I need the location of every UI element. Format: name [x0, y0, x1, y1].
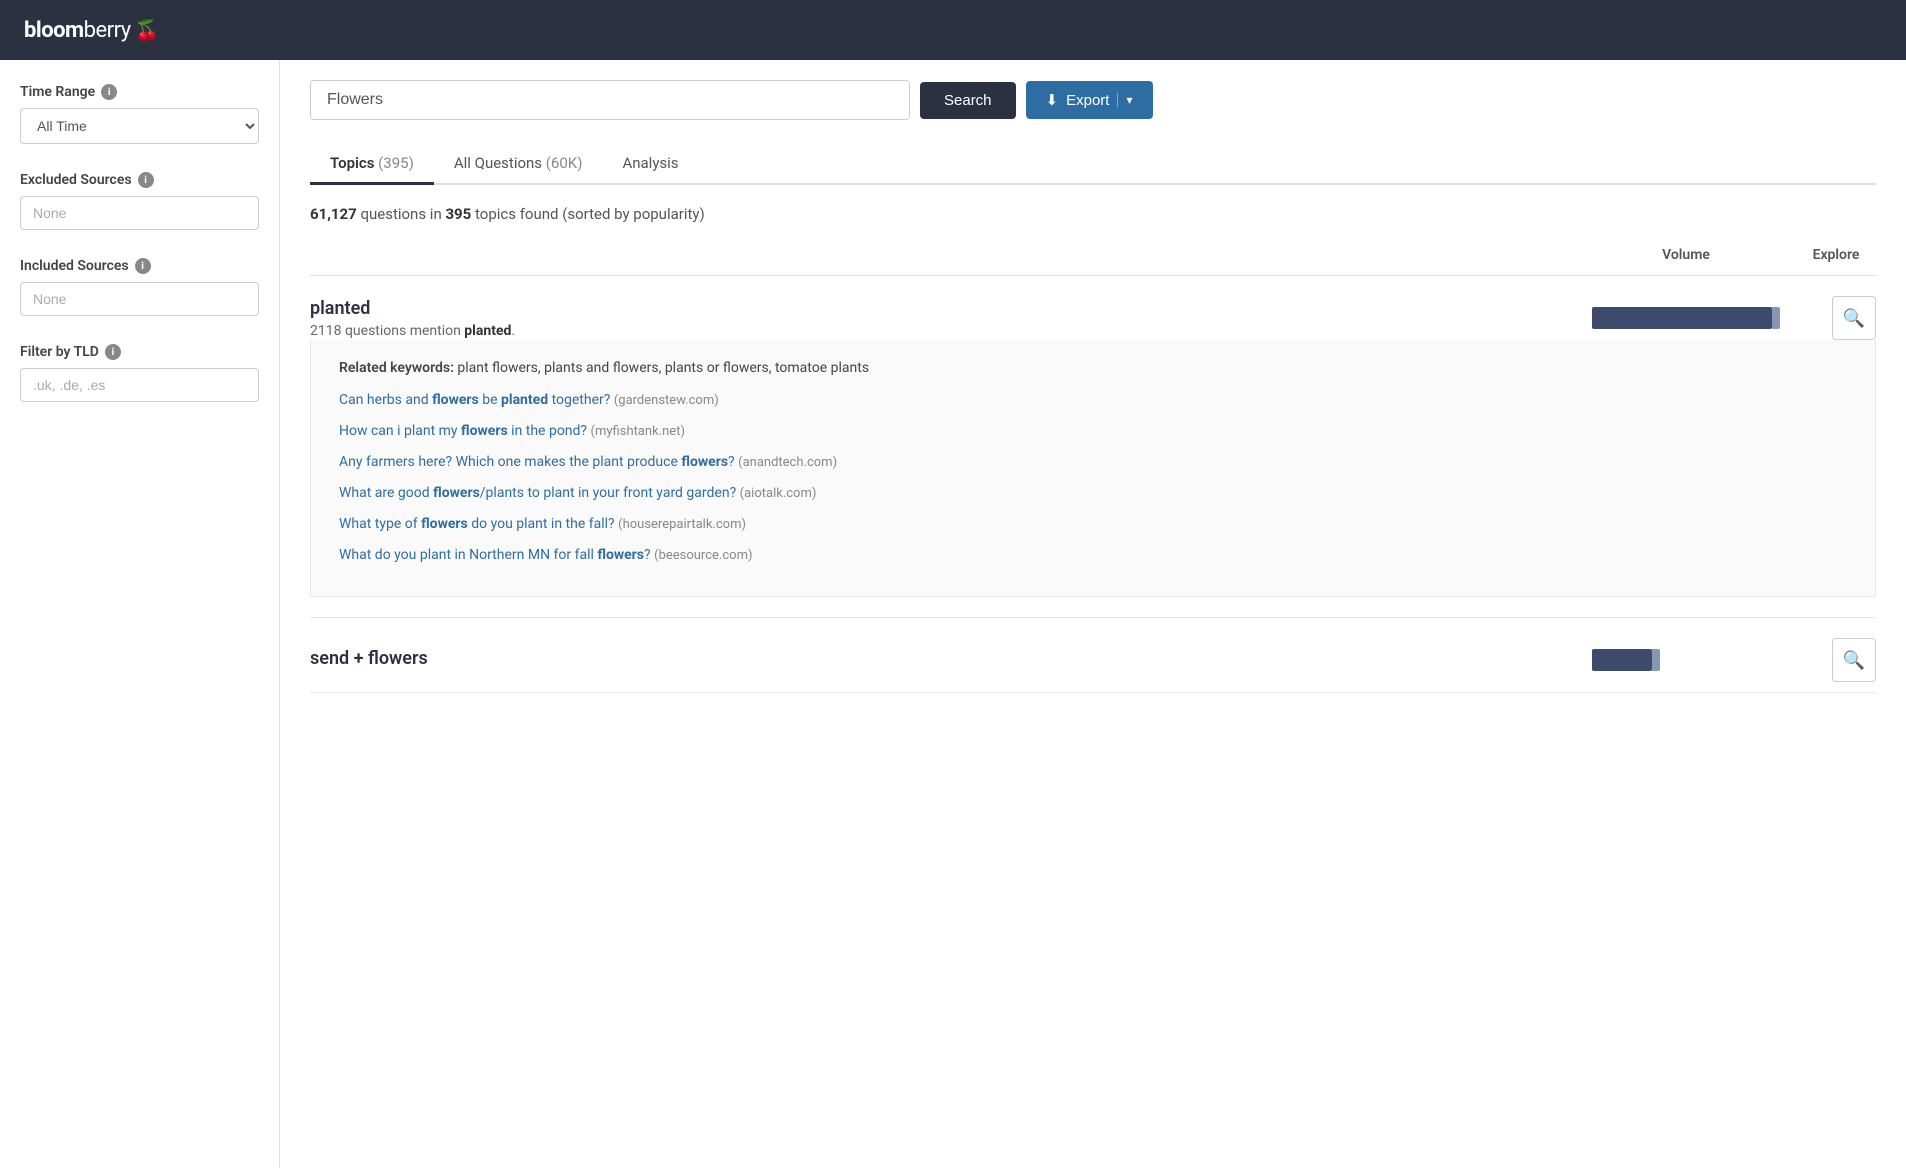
topic-send-flowers-header: send + flowers 🔍 [310, 638, 1876, 682]
topic-send-flowers-name: send + flowers [310, 648, 1592, 669]
question-link-0[interactable]: Can herbs and flowers be planted togethe… [339, 390, 1847, 411]
topic-planted-right: 🔍 [1592, 296, 1876, 340]
search-input[interactable] [310, 80, 910, 120]
included-sources-input[interactable] [20, 282, 259, 316]
highlight-planted-0: planted [501, 392, 548, 408]
column-volume: Volume [1576, 247, 1796, 263]
column-explore: Explore [1796, 247, 1876, 263]
export-label: Export [1066, 92, 1109, 109]
highlight-flowers-0: flowers [432, 392, 479, 408]
tab-analysis[interactable]: Analysis [602, 144, 698, 185]
filter-tld-section: Filter by TLD i [20, 344, 259, 402]
highlight-flowers-2: flowers [681, 454, 728, 470]
topic-row-send-flowers: send + flowers 🔍 [310, 618, 1876, 693]
time-range-select[interactable]: All Time Last 7 Days Last 30 Days Last 9… [20, 108, 259, 144]
topic-send-flowers-right: 🔍 [1592, 638, 1876, 682]
related-keywords-planted: Related keywords: plant flowers, plants … [339, 360, 1847, 376]
highlight-flowers-4: flowers [421, 516, 468, 532]
question-link-3[interactable]: What are good flowers/plants to plant in… [339, 483, 1847, 504]
volume-bar-tail-2 [1652, 649, 1660, 671]
topic-planted-name: planted [310, 298, 1592, 319]
filter-tld-info-icon[interactable]: i [105, 344, 121, 360]
main-content: Search ⬇ Export ▾ Topics (395) All Quest… [280, 60, 1906, 1168]
search-icon: 🔍 [1843, 308, 1865, 329]
logo: bloomberry 🍒 [24, 18, 160, 43]
tab-topics[interactable]: Topics (395) [310, 144, 434, 185]
excluded-sources-input[interactable] [20, 196, 259, 230]
volume-bar-fill [1592, 307, 1772, 329]
export-button[interactable]: ⬇ Export ▾ [1026, 81, 1153, 119]
time-range-info-icon[interactable]: i [101, 84, 117, 100]
volume-bar-fill-2 [1592, 649, 1652, 671]
topic-planted-count: 2118 questions mention planted. [310, 323, 1592, 339]
column-headers: Volume Explore [310, 247, 1876, 276]
question-link-1[interactable]: How can i plant my flowers in the pond? … [339, 421, 1847, 442]
logo-cherry-icon: 🍒 [135, 18, 160, 42]
logo-text: bloomberry [24, 18, 131, 43]
logo-bloom: bloom [24, 18, 84, 43]
search-button[interactable]: Search [920, 82, 1016, 119]
search-bar: Search ⬇ Export ▾ [310, 80, 1876, 120]
included-sources-label: Included Sources i [20, 258, 259, 274]
highlight-flowers-1: flowers [461, 423, 508, 439]
logo-berry: berry [84, 18, 131, 43]
topic-planted-header: planted 2118 questions mention planted. … [310, 296, 1876, 340]
explore-button-send-flowers[interactable]: 🔍 [1832, 638, 1876, 682]
filter-tld-label: Filter by TLD i [20, 344, 259, 360]
excluded-sources-info-icon[interactable]: i [138, 172, 154, 188]
app-header: bloomberry 🍒 [0, 0, 1906, 60]
page-layout: Time Range i All Time Last 7 Days Last 3… [0, 60, 1906, 1168]
tab-all-questions[interactable]: All Questions (60K) [434, 144, 603, 185]
filter-tld-input[interactable] [20, 368, 259, 402]
topic-planted-expanded: Related keywords: plant flowers, plants … [310, 340, 1876, 597]
highlight-flowers-3: flowers [433, 485, 480, 501]
excluded-sources-label: Excluded Sources i [20, 172, 259, 188]
included-sources-section: Included Sources i [20, 258, 259, 316]
question-link-4[interactable]: What type of flowers do you plant in the… [339, 514, 1847, 535]
highlight-flowers-5: flowers [597, 547, 644, 563]
question-link-5[interactable]: What do you plant in Northern MN for fal… [339, 545, 1847, 566]
topic-planted-info: planted 2118 questions mention planted. [310, 298, 1592, 339]
explore-button-planted[interactable]: 🔍 [1832, 296, 1876, 340]
volume-bar-send-flowers [1592, 649, 1812, 671]
excluded-sources-section: Excluded Sources i [20, 172, 259, 230]
export-icon: ⬇ [1046, 91, 1059, 109]
results-summary: 61,127 questions in 395 topics found (so… [310, 205, 1876, 223]
search-icon-2: 🔍 [1843, 650, 1865, 671]
time-range-label: Time Range i [20, 84, 259, 100]
topic-row-planted: planted 2118 questions mention planted. … [310, 276, 1876, 618]
time-range-section: Time Range i All Time Last 7 Days Last 3… [20, 84, 259, 144]
volume-bar-planted [1592, 307, 1812, 329]
question-link-2[interactable]: Any farmers here? Which one makes the pl… [339, 452, 1847, 473]
tab-bar: Topics (395) All Questions (60K) Analysi… [310, 144, 1876, 185]
topic-send-flowers-info: send + flowers [310, 648, 1592, 673]
export-caret[interactable]: ▾ [1117, 93, 1132, 107]
included-sources-info-icon[interactable]: i [135, 258, 151, 274]
volume-bar-tail [1772, 307, 1780, 329]
sidebar: Time Range i All Time Last 7 Days Last 3… [0, 60, 280, 1168]
